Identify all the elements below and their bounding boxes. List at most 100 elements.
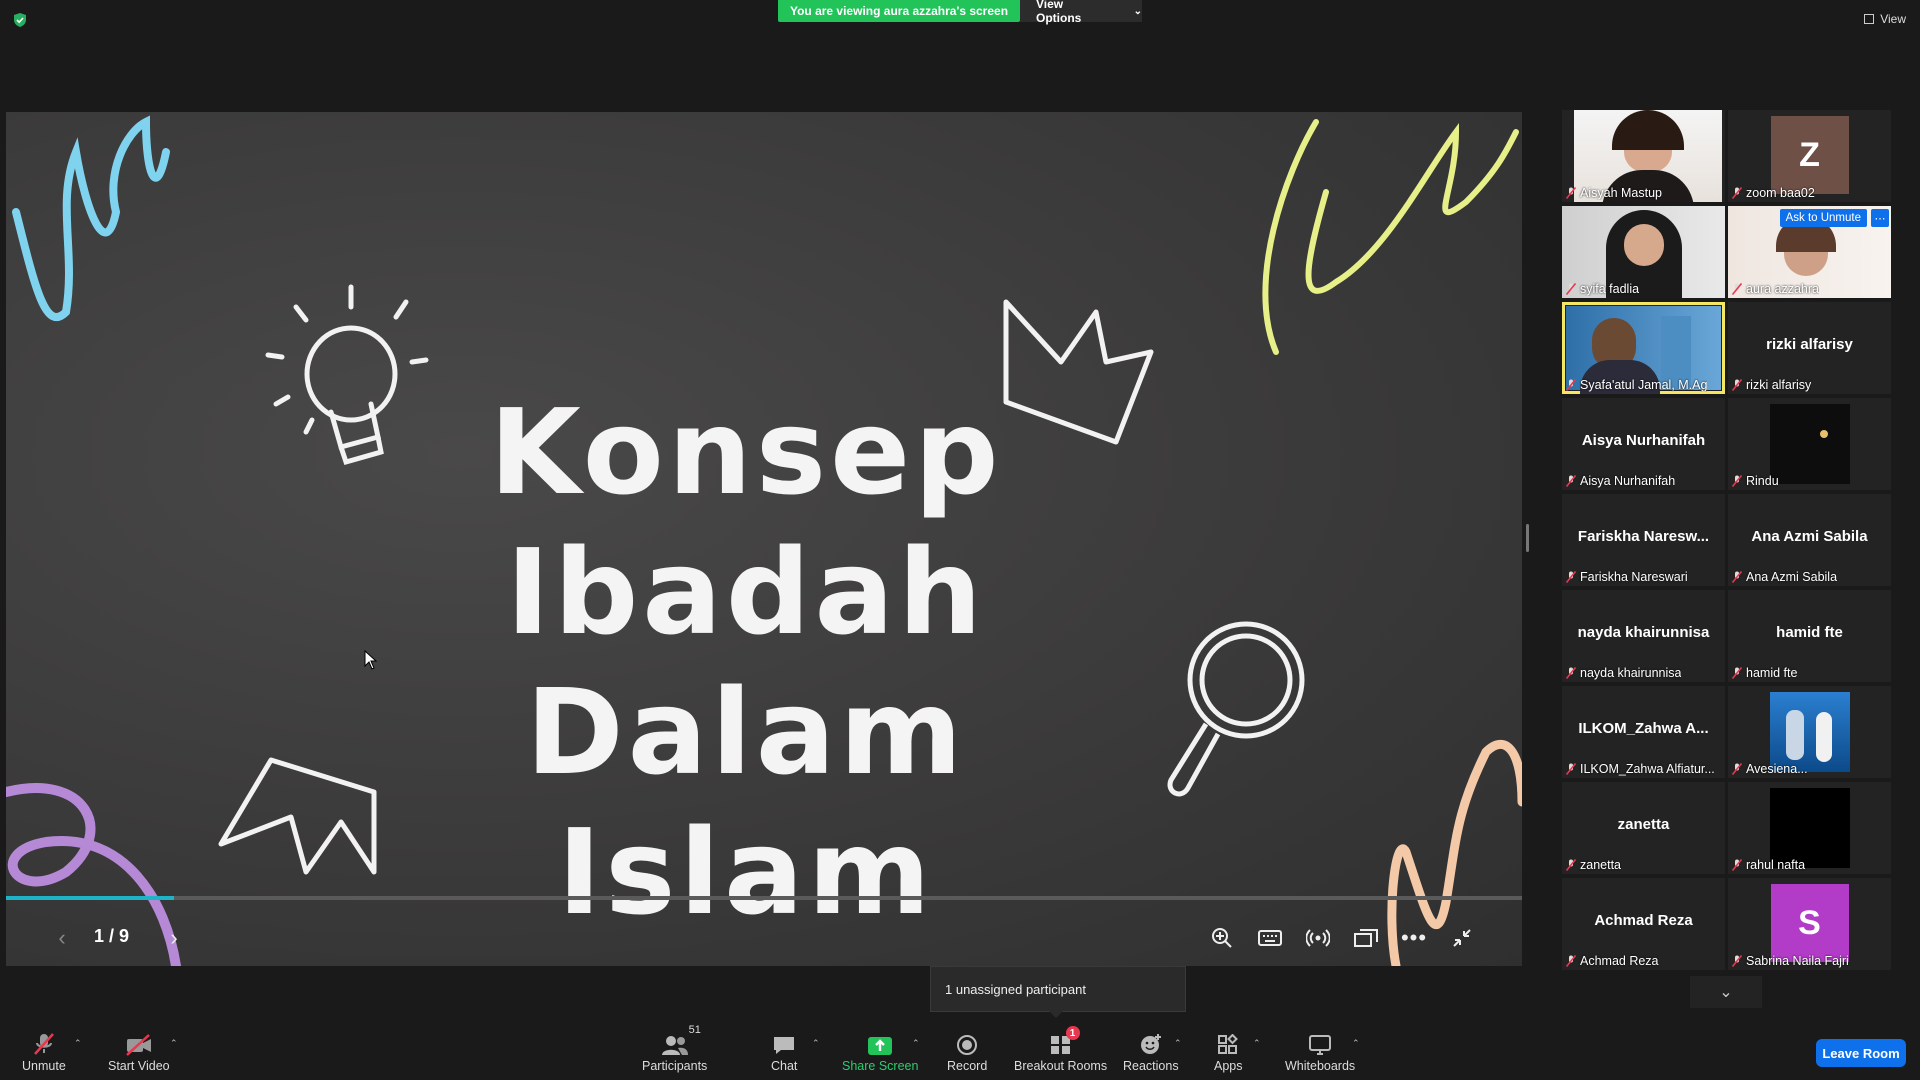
chat-label: Chat [771,1059,798,1073]
reactions-options-caret[interactable]: ⌃ [1174,1038,1182,1049]
mic-muted-icon [1566,571,1576,583]
previous-slide-button[interactable]: ‹ [46,922,78,954]
screen-switch-button[interactable] [1350,922,1382,954]
chat-icon [774,1037,795,1054]
participant-display-name: rizki alfarisy [1766,336,1853,353]
participant-name-label: syifa fadlia [1566,282,1639,296]
participant-tile[interactable]: nayda khairunnisa nayda khairunnisa [1562,590,1725,682]
chevron-down-icon: ⌄ [1133,5,1142,17]
participant-name: Ana Azmi Sabila [1746,570,1838,584]
record-label: Record [947,1059,988,1073]
mic-muted-icon [1732,859,1742,871]
view-label: View [1880,12,1906,26]
keyboard-button[interactable] [1254,922,1286,954]
participant-tile[interactable]: Ask to Unmute ⋯ aura azzahra [1728,206,1891,298]
participant-tile[interactable]: Aisyah Mastup [1562,110,1725,202]
tile-more-button[interactable]: ⋯ [1871,209,1889,227]
mic-muted-icon [1566,859,1576,871]
mic-muted-icon [1732,955,1742,967]
participant-name: Achmad Reza [1580,954,1659,968]
participant-display-name: nayda khairunnisa [1577,624,1710,641]
participant-tile[interactable]: Fariskha Naresw... Fariskha Nareswari [1562,494,1725,586]
participant-tile[interactable]: hamid fte hamid fte [1728,590,1891,682]
participant-display-name: Ana Azmi Sabila [1751,528,1868,545]
broadcast-icon [1306,929,1330,947]
whiteboards-button[interactable]: Whiteboards [1285,1030,1355,1073]
participant-tile[interactable]: syifa fadlia [1562,206,1725,298]
leave-room-button[interactable]: Leave Room [1816,1039,1906,1067]
apps-button[interactable]: Apps [1214,1030,1243,1073]
yellow-scribble-doodle [1262,119,1519,355]
participant-tile[interactable]: Ana Azmi Sabila Ana Azmi Sabila [1728,494,1891,586]
apps-label: Apps [1214,1059,1243,1073]
participant-display-name: Fariskha Naresw... [1577,528,1710,545]
share-options-caret[interactable]: ⌃ [912,1038,920,1049]
participant-name-label: Ana Azmi Sabila [1732,570,1837,584]
participant-tile[interactable]: Syafa'atul Jamal, M.Ag [1562,302,1725,394]
participant-tile[interactable]: rahul nafta [1728,782,1891,874]
participant-tile[interactable]: ILKOM_Zahwa A... ILKOM_Zahwa Alfiatur... [1562,686,1725,778]
resize-handle[interactable] [1526,524,1529,552]
unassigned-participant-tooltip[interactable]: 1 unassigned participant [930,966,1186,1018]
unmute-button[interactable]: Unmute [22,1030,66,1073]
breakout-rooms-button[interactable]: 1 Breakout Rooms [1014,1026,1108,1073]
unmute-label: Unmute [22,1059,66,1073]
participant-name: Aisya Nurhanifah [1580,474,1676,488]
start-video-button[interactable]: Start Video [108,1030,170,1073]
participants-count: 51 [688,1024,701,1036]
participant-name-label: Aisyah Mastup [1566,186,1662,200]
live-broadcast-button[interactable] [1302,922,1334,954]
unassigned-text: 1 unassigned participant [945,981,1086,997]
participant-tile[interactable]: Avesiena... [1728,686,1891,778]
participant-tile[interactable]: Aisya Nurhanifah Aisya Nurhanifah [1562,398,1725,490]
participant-tile[interactable]: rizki alfarisy rizki alfarisy [1728,302,1891,394]
apps-options-caret[interactable]: ⌃ [1253,1038,1261,1049]
next-slide-button[interactable]: › [158,922,190,954]
whiteboards-options-caret[interactable]: ⌃ [1352,1038,1360,1049]
participant-name-label: Aisya Nurhanifah [1566,474,1675,488]
participant-name-label: Avesiena... [1732,762,1808,776]
participant-name: Rindu [1746,474,1779,488]
participant-tile[interactable]: S Sabrina Naila Fajri [1728,878,1891,970]
breakout-rooms-badge: 1 [1065,1026,1080,1040]
slide-progress-bar[interactable] [6,896,1522,900]
share-screen-label: Share Screen [842,1059,919,1073]
reactions-button[interactable]: Reactions [1123,1030,1179,1073]
gallery-scroll-down-button[interactable]: ⌄ [1690,976,1762,1008]
keyboard-icon [1258,930,1282,946]
participant-name: aura azzahra [1746,282,1819,296]
participant-photo [1770,788,1850,868]
mic-muted-icon [1566,667,1576,679]
shield-icon[interactable] [12,12,28,28]
share-screen-button[interactable]: Share Screen [842,1030,918,1073]
slide-progress-fill [6,896,175,900]
view-options-button[interactable]: View Options ⌄ [1020,0,1142,25]
ask-to-unmute-button[interactable]: Ask to Unmute [1779,209,1867,227]
mic-muted-icon [1732,475,1742,487]
screen-switch-icon [1354,929,1378,947]
participants-label: Participants [642,1059,708,1073]
participants-button[interactable]: 51 Participants [642,1024,708,1073]
participant-name: rahul nafta [1746,858,1806,872]
participant-tile[interactable]: Zzoom baa02 [1728,110,1891,202]
breakout-rooms-label: Breakout Rooms [1014,1059,1108,1073]
audio-options-caret[interactable]: ⌃ [74,1038,82,1049]
video-options-caret[interactable]: ⌃ [170,1038,178,1049]
mouse-cursor-icon [364,650,378,670]
participant-tile[interactable]: Achmad Reza Achmad Reza [1562,878,1725,970]
participant-avatar: S [1770,884,1849,962]
view-button[interactable]: View [1864,12,1906,26]
mic-muted-icon [1566,955,1576,967]
participant-name-label: ILKOM_Zahwa Alfiatur... [1566,762,1715,776]
zigzag-doodle [218,757,377,875]
participant-name-label: Rindu [1732,474,1779,488]
mic-muted-icon [1566,475,1576,487]
chat-options-caret[interactable]: ⌃ [812,1038,820,1049]
participant-tile[interactable]: Rindu [1728,398,1891,490]
zoom-in-button[interactable] [1206,922,1238,954]
exit-fullscreen-button[interactable] [1446,922,1478,954]
chat-button[interactable]: Chat [771,1030,797,1073]
more-options-button[interactable]: ••• [1398,922,1430,954]
participant-tile[interactable]: zanetta zanetta [1562,782,1725,874]
record-button[interactable]: Record [947,1030,987,1073]
